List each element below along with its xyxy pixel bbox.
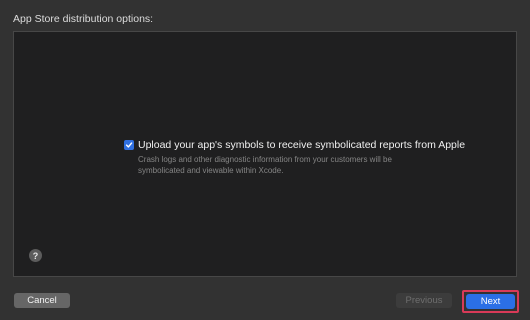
upload-symbols-label[interactable]: Upload your app's symbols to receive sym… [138, 139, 465, 151]
upload-symbols-checkbox[interactable] [124, 140, 134, 150]
upload-symbols-description: Crash logs and other diagnostic informat… [138, 155, 392, 175]
help-icon[interactable]: ? [29, 249, 42, 262]
previous-button[interactable]: Previous [396, 293, 452, 308]
options-panel: Upload your app's symbols to receive sym… [13, 31, 517, 277]
cancel-button[interactable]: Cancel [14, 293, 70, 308]
page-heading: App Store distribution options: [13, 13, 154, 25]
checkmark-icon [125, 142, 133, 148]
next-button[interactable]: Next [466, 294, 515, 309]
